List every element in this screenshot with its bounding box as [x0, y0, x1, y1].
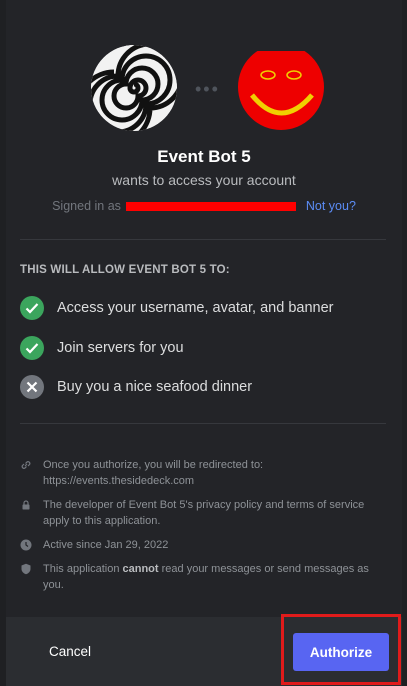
permission-item: Buy you a nice seafood dinner	[20, 375, 252, 399]
redirect-info: Once you authorize, you will be redirect…	[20, 457, 380, 489]
active-since-info: Active since Jan 29, 2022	[20, 537, 380, 553]
privacy-info: The developer of Event Bot 5's privacy p…	[20, 497, 380, 529]
divider-top	[20, 239, 386, 240]
permissions-heading: THIS WILL ALLOW EVENT BOT 5 TO:	[20, 264, 230, 276]
check-circle-icon	[20, 296, 44, 320]
cannot-word: cannot	[122, 563, 159, 575]
access-subtitle: wants to access your account	[112, 172, 296, 188]
check-circle-icon	[20, 336, 44, 360]
signed-in-label: Signed in as	[52, 199, 121, 213]
avatar-row: •••	[6, 44, 402, 131]
x-circle-icon	[20, 375, 44, 399]
not-you-link[interactable]: Not you?	[306, 199, 356, 213]
bot-avatar	[91, 45, 177, 131]
authorize-highlight-box	[281, 614, 401, 685]
cancel-button[interactable]: Cancel	[49, 644, 91, 659]
permission-label: Buy you a nice seafood dinner	[57, 379, 253, 395]
clock-icon	[20, 539, 32, 551]
cannot-read-info: This application cannot read your messag…	[20, 561, 380, 593]
divider-middle	[20, 423, 386, 424]
permission-item: Join servers for you	[20, 336, 184, 360]
redacted-username	[126, 202, 297, 212]
permission-item: Access your username, avatar, and banner	[20, 296, 333, 320]
link-icon	[21, 461, 31, 469]
shield-icon	[21, 563, 31, 575]
bot-name: Event Bot 5	[157, 147, 251, 166]
user-avatar	[238, 44, 324, 137]
privacy-text: The developer of Event Bot 5's privacy p…	[43, 499, 365, 527]
signed-in-line: Signed in as Not you?	[6, 199, 402, 213]
oauth-modal: ••• Event Bot 5 wants to access your acc…	[6, 0, 402, 686]
active-since-text: Active since Jan 29, 2022	[43, 539, 169, 551]
redirect-text: Once you authorize, you will be redirect…	[43, 459, 264, 471]
cannot-prefix: This application	[43, 563, 120, 575]
permission-label: Access your username, avatar, and banner	[57, 300, 334, 316]
connection-dots: •••	[195, 79, 220, 99]
permission-label: Join servers for you	[57, 340, 184, 356]
redirect-url: https://events.thesidedeck.com	[43, 475, 195, 487]
lock-icon	[22, 500, 30, 510]
